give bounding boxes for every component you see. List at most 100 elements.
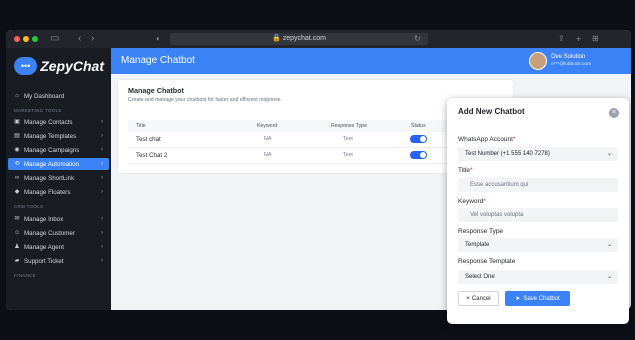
brand-logo[interactable]: ••• ZepyChat <box>14 56 104 76</box>
avatar[interactable] <box>529 52 547 70</box>
table-row[interactable]: Test Chat 2 NA Test <box>128 148 498 164</box>
table-header: Title Keyword Response Type Status <box>128 120 498 132</box>
keyword-input[interactable]: Vel voluptas volupta <box>458 208 618 222</box>
templates-icon: ▤ <box>14 133 20 139</box>
lock-icon: 🔒 <box>272 35 281 42</box>
chat-bubble-icon: ••• <box>14 57 38 75</box>
user-email: o***@lubbock.com <box>551 62 592 67</box>
sidebar-item-inbox[interactable]: ✉ Manage Inbox › <box>8 213 109 225</box>
sidebar-item-customer[interactable]: ☺ Manage Customer › <box>8 227 109 239</box>
sidebar-item-shortlink[interactable]: ∞ Manage ShortLink › <box>8 172 109 184</box>
column-header-status: Status <box>411 123 426 129</box>
chevron-right-icon: › <box>101 119 103 125</box>
sidebar-item-automation[interactable]: ⟲ Manage Automation › <box>8 158 109 170</box>
row-title: Test chat <box>136 136 161 143</box>
share-icon[interactable]: ⇪ <box>558 33 565 45</box>
back-icon[interactable]: ‹ <box>78 33 81 45</box>
logo-text: ZepyChat <box>40 58 104 74</box>
x-icon: × <box>466 295 470 302</box>
column-header-keyword: Keyword <box>257 123 278 129</box>
sidebar-item-dashboard[interactable]: ⌂ My Dashboard <box>8 90 109 102</box>
browser-toolbar: ▭ ‹ › ◐ 🔒 zepychat.com ↻ ⇪ + ⊞ <box>6 30 631 48</box>
table-row[interactable]: Test chat NA Test <box>128 132 498 148</box>
sidebar-item-agent[interactable]: ♟ Manage Agent › <box>8 241 109 253</box>
reload-icon[interactable]: ↻ <box>414 33 421 45</box>
tab-overview-icon[interactable]: ⊞ <box>592 33 599 45</box>
link-icon: ∞ <box>14 175 20 181</box>
ticket-icon: ▰ <box>14 258 20 264</box>
save-label: Save Chatbot <box>523 295 560 302</box>
status-toggle[interactable] <box>410 135 427 143</box>
sidebar-section-finance: FINANCE <box>14 273 36 278</box>
home-icon: ⌂ <box>15 93 19 99</box>
column-header-title: Title <box>136 123 146 129</box>
title-label: Title* <box>458 167 473 174</box>
inbox-icon: ✉ <box>14 216 20 222</box>
sidebar-item-ticket[interactable]: ▰ Support Ticket › <box>8 255 109 267</box>
sidebar-item-contacts[interactable]: ▣ Manage Contacts › <box>8 116 109 128</box>
close-icon[interactable]: × <box>609 108 619 118</box>
chevron-right-icon: › <box>101 175 103 181</box>
send-icon: ➤ <box>515 296 521 302</box>
sidebar-item-label: Support Ticket <box>24 257 64 265</box>
row-response-type: Test <box>343 136 353 142</box>
status-toggle[interactable] <box>410 151 427 159</box>
sidebar-item-label: Manage Contacts <box>24 118 73 126</box>
sidebar-item-label: Manage Customer <box>24 229 75 237</box>
whatsapp-account-label: WhatsApp Account* <box>458 136 516 143</box>
user-name[interactable]: Ove Solution <box>551 54 585 60</box>
shield-icon[interactable]: ◐ <box>156 33 161 45</box>
whatsapp-account-select[interactable]: Test Number (+1 555 140 7278) ⌄ <box>458 147 618 161</box>
row-title: Test Chat 2 <box>136 152 168 159</box>
sidebar-section-crm: CRM TOOLS <box>14 204 44 209</box>
chevron-right-icon: › <box>101 133 103 139</box>
sidebar-item-campaigns[interactable]: ◉ Manage Campaigns › <box>8 144 109 156</box>
chevron-right-icon: › <box>101 147 103 153</box>
sidebar-item-label: Manage Agent <box>24 243 64 251</box>
new-tab-icon[interactable]: + <box>576 33 581 45</box>
sidebar: ••• ZepyChat ⌂ My Dashboard MARKETING TO… <box>6 48 111 310</box>
response-template-select[interactable]: Select One ⌄ <box>458 270 618 284</box>
card-title: Manage Chatbot <box>128 86 184 95</box>
save-chatbot-button[interactable]: ➤ Save Chatbot <box>505 291 570 306</box>
cancel-label: Cancel <box>471 295 491 302</box>
chevron-down-icon: ⌄ <box>606 274 612 280</box>
chevron-down-icon: ⌄ <box>606 151 612 157</box>
chevron-right-icon: › <box>101 230 103 236</box>
sidebar-item-label: Manage Campaigns <box>24 146 80 154</box>
title-input[interactable]: Esse accusantium qui <box>458 178 618 192</box>
keyword-label: Keyword* <box>458 198 486 205</box>
campaign-icon: ◉ <box>14 147 20 153</box>
chevron-down-icon: ⌄ <box>606 242 612 248</box>
sidebar-item-floaters[interactable]: ◆ Manage Floaters › <box>8 186 109 198</box>
response-type-value: Template <box>465 242 490 248</box>
modal-title: Add New Chatbot <box>458 107 525 116</box>
cancel-button[interactable]: × Cancel <box>458 291 499 306</box>
sidebar-item-label: My Dashboard <box>24 92 65 100</box>
card-description: Create and manage your chatbots for fast… <box>128 97 282 103</box>
chevron-right-icon: › <box>101 216 103 222</box>
contacts-icon: ▣ <box>14 119 20 125</box>
sidebar-toggle-icon[interactable]: ▭ <box>50 33 59 45</box>
chevron-right-icon: › <box>101 189 103 195</box>
floater-icon: ◆ <box>14 189 20 195</box>
response-type-label: Response Type <box>458 228 504 235</box>
row-keyword: NA <box>264 136 272 142</box>
maximize-window-button[interactable] <box>32 36 38 42</box>
address-bar[interactable]: 🔒 zepychat.com <box>170 33 428 45</box>
row-keyword: NA <box>264 152 272 158</box>
chevron-right-icon: › <box>101 161 103 167</box>
toggle-knob <box>420 136 426 142</box>
row-response-type: Test <box>343 152 353 158</box>
column-header-response-type: Response Type <box>331 123 367 129</box>
address-url: zepychat.com <box>282 35 326 42</box>
sidebar-item-label: Manage Automation <box>24 160 80 168</box>
chevron-right-icon: › <box>101 258 103 264</box>
close-window-button[interactable] <box>14 36 20 42</box>
sidebar-item-templates[interactable]: ▤ Manage Templates › <box>8 130 109 142</box>
page-header: Manage Chatbot Ove Solution o***@lubbock… <box>111 48 631 74</box>
forward-icon[interactable]: › <box>91 33 94 45</box>
minimize-window-button[interactable] <box>23 36 29 42</box>
response-template-label: Response Template <box>458 258 516 265</box>
response-type-select[interactable]: Template ⌄ <box>458 238 618 252</box>
